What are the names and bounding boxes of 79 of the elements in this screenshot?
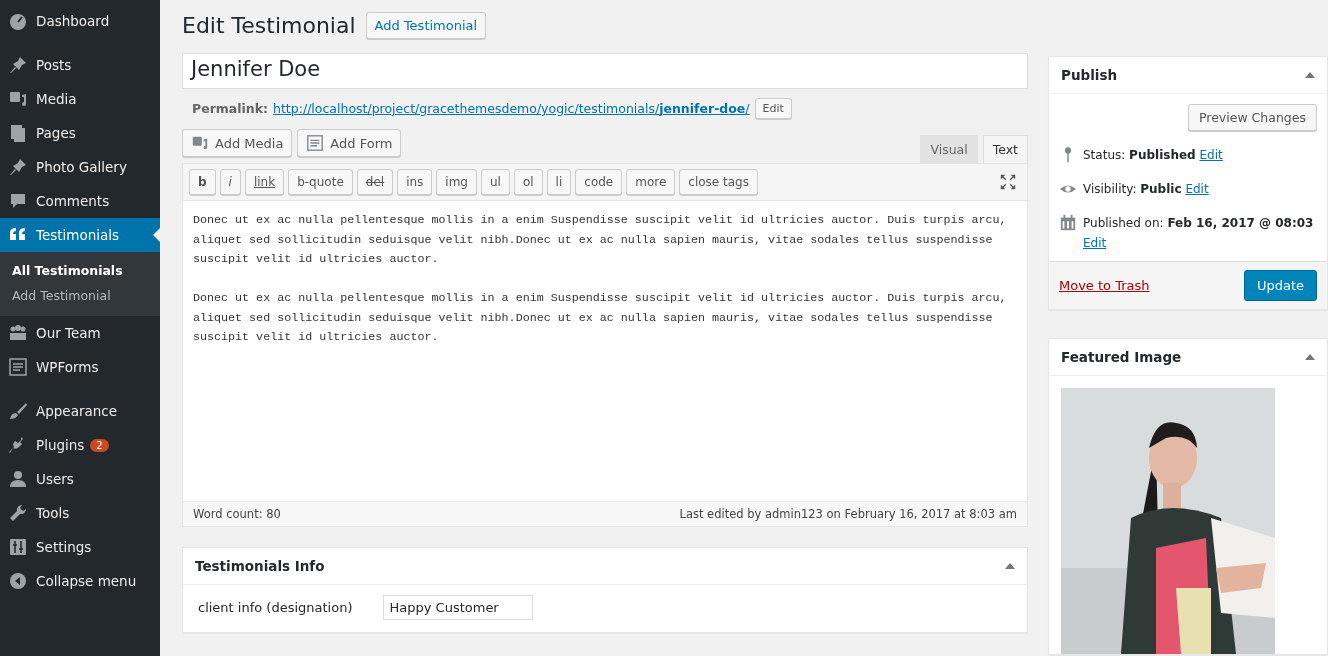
quicktag-button[interactable]: ins <box>397 169 433 195</box>
menu-item[interactable]: Posts <box>0 48 160 82</box>
quicktag-button[interactable]: b <box>189 169 216 195</box>
comment-icon <box>8 191 28 211</box>
menu-item[interactable]: Collapse menu <box>0 564 160 598</box>
menu-item[interactable]: Comments <box>0 184 160 218</box>
menu-item[interactable]: Tools <box>0 496 160 530</box>
brush-icon <box>8 401 28 421</box>
designation-field[interactable]: Happy Customer <box>382 595 533 620</box>
settings-icon <box>8 537 28 557</box>
last-edited-note: Last edited by admin123 on February 16, 2017 at 8:03 am <box>679 507 1017 521</box>
fullscreen-icon[interactable] <box>999 173 1017 191</box>
menu-item[interactable]: Photo Gallery <box>0 150 160 184</box>
add-testimonial-button[interactable]: Add Testimonial <box>365 12 487 39</box>
editor-tab[interactable]: Text <box>982 135 1028 163</box>
collapse-arrow-icon[interactable] <box>1305 354 1315 360</box>
content-paragraph: Donec ut ex ac nulla pellentesque mollis in a enim Suspendisse suscipit velit id ultricies auctor. Duis turpis arcu, aliquet sed sollicitudin seduisque velit nibh.Donec ut ex ac nulla sapien mauris, vitae sodales tellus suspendisse suscipit velit id ultricies auctor. <box>193 212 1008 268</box>
collapse-arrow-icon[interactable] <box>1005 563 1015 569</box>
form-icon <box>306 134 325 152</box>
edit-link[interactable]: Edit <box>1199 148 1223 162</box>
edit-link[interactable]: Edit <box>1185 182 1209 196</box>
pages-icon <box>8 123 28 143</box>
team-icon <box>8 323 28 343</box>
edit-button[interactable]: Edit <box>754 98 792 119</box>
quicktag-button[interactable]: img <box>436 169 477 195</box>
user-icon <box>8 469 28 489</box>
menu-item[interactable]: Dashboard <box>0 4 160 38</box>
quicktag-button[interactable]: ul <box>480 169 510 195</box>
quicktag-button[interactable]: link <box>244 169 285 195</box>
publish-info: Visibility: Public Edit <box>1083 181 1209 198</box>
media-button[interactable]: Add Media <box>182 129 293 157</box>
menu-item[interactable]: Appearance <box>0 394 160 428</box>
field-label: client info (designation) <box>198 600 353 615</box>
dashboard-icon <box>8 11 28 31</box>
word-count: Word count: 80 <box>193 507 281 521</box>
panel-title: Featured Image <box>1061 349 1182 365</box>
menu-item[interactable]: Pages <box>0 116 160 150</box>
media-icon <box>191 134 209 152</box>
permalink-link[interactable]: http://localhost/project/gracethemesdemo/yogic/testimonials/jennifer-doe/ <box>273 101 750 116</box>
collapse-icon <box>8 571 28 591</box>
menu-item[interactable]: Settings <box>0 530 160 564</box>
media-button[interactable]: Add Form <box>297 129 402 157</box>
menu-item[interactable]: Plugins 2 <box>0 428 160 462</box>
permalink-label: Permalink: <box>192 101 269 116</box>
panel-title: Publish <box>1061 67 1118 83</box>
panel-title: Testimonials Info <box>195 558 325 574</box>
update-button[interactable]: Update <box>1243 270 1317 301</box>
calendar-icon <box>1059 214 1077 232</box>
menu-item[interactable]: Media <box>0 82 160 116</box>
title-field[interactable]: Jennifer Doe <box>182 53 1028 89</box>
edit-link[interactable]: Edit <box>1083 236 1107 250</box>
quicktag-button[interactable]: code <box>575 169 623 195</box>
media-icon <box>8 89 28 109</box>
page-title: Edit Testimonial <box>182 13 356 38</box>
submenu-item[interactable]: Add Testimonial <box>0 283 160 308</box>
quicktag-button[interactable]: del <box>356 169 394 195</box>
publish-info: Status: Published Edit <box>1083 147 1223 164</box>
submenu-item[interactable]: All Testimonials <box>0 258 160 283</box>
quicktag-button[interactable]: b-quote <box>288 169 353 195</box>
collapse-arrow-icon[interactable] <box>1305 72 1315 78</box>
quicktag-button[interactable]: close tags <box>679 169 758 195</box>
quicktag-button[interactable]: more <box>626 169 676 195</box>
preview-changes-button[interactable]: Preview Changes <box>1188 104 1317 131</box>
wrench-icon <box>8 503 28 523</box>
menu-item[interactable]: Our Team <box>0 316 160 350</box>
menu-item[interactable]: Testimonials <box>0 218 160 252</box>
publish-info: Published on: Feb 16, 2017 @ 08:03 Edit <box>1083 215 1315 252</box>
count-badge: 2 <box>90 438 109 452</box>
pin-icon <box>8 55 28 75</box>
move-to-trash-link[interactable]: Move to Trash <box>1059 278 1150 293</box>
menu-item[interactable]: WPForms <box>0 350 160 384</box>
editor-tab[interactable]: Visual <box>920 135 978 163</box>
form-icon <box>8 357 28 377</box>
menu-item[interactable]: Users <box>0 462 160 496</box>
pin-icon <box>8 157 28 177</box>
quicktag-button[interactable]: ol <box>513 169 543 195</box>
quicktag-button[interactable]: li <box>546 169 572 195</box>
content-paragraph: Donec ut ex ac nulla pellentesque mollis in a enim Suspendisse suscipit velit id ultricies auctor. Duis turpis arcu, aliquet sed sollicitudin seduisque velit nibh.Donec ut ex ac nulla sapien mauris, vitae sodales tellus suspendisse suscipit velit id ultricies auctor. <box>193 290 1008 346</box>
quicktag-button[interactable]: i <box>219 169 241 195</box>
